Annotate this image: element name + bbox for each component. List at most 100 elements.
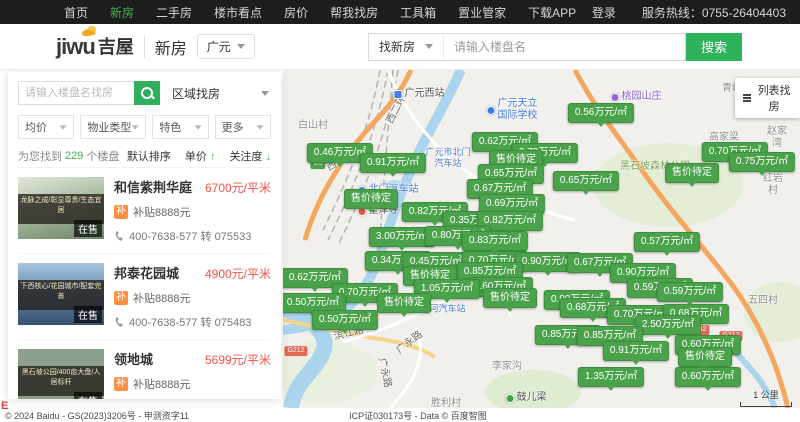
subsidy-text: 补贴8888元 bbox=[133, 290, 190, 306]
price-bubble[interactable]: 0.91万元/㎡ bbox=[603, 341, 669, 361]
logo-text-cn: 吉屋 bbox=[98, 38, 134, 58]
search-input[interactable] bbox=[443, 33, 686, 61]
jiwu-logo[interactable]: jiwu 吉屋 bbox=[56, 36, 134, 58]
search-button[interactable]: 搜索 bbox=[686, 33, 742, 61]
subsidy-text: 补贴8888元 bbox=[133, 376, 190, 392]
listing-item[interactable]: 下西核心/花园城市/配套完善 在售 邦泰花园城 4900元/平米 补 补贴888… bbox=[18, 254, 271, 340]
status-badge: 在售 bbox=[74, 220, 102, 237]
listing-item[interactable]: 黑石坡公园/400亩大盘/人居标杆 在售 领地城 5699元/平米 补 补贴88… bbox=[18, 340, 271, 399]
price-bubble[interactable]: 0.59万元/㎡ bbox=[657, 282, 723, 302]
divider bbox=[144, 36, 145, 58]
price-bubble[interactable]: 0.83万元/㎡ bbox=[462, 231, 528, 251]
price-bubbles-layer: 0.46万元/㎡ 0.91万元/㎡ 0.56万元/㎡ 0.62万元/㎡ 0.70… bbox=[283, 70, 800, 408]
filter-row: 均价 物业类型 特色 更多 bbox=[18, 115, 271, 139]
listing-photo: 龙脉之成/彰显尊贵/生态宜居 在售 bbox=[18, 177, 104, 239]
arrow-down-icon: ↓ bbox=[266, 151, 272, 163]
edge-artifact: E bbox=[1, 400, 8, 412]
filter-dropdown[interactable]: 物业类型 bbox=[80, 115, 146, 139]
region-dropdown[interactable]: 区域找房 bbox=[160, 85, 271, 102]
price-bubble[interactable]: 2.50万元/㎡ bbox=[635, 315, 701, 335]
panel-search-input[interactable] bbox=[18, 81, 134, 105]
scale-bar bbox=[740, 402, 792, 407]
section-title: 新房 bbox=[155, 35, 187, 59]
nav-item[interactable]: 工具箱 bbox=[400, 4, 436, 21]
scale-label: 1 公里 bbox=[740, 388, 792, 401]
chevron-down-icon bbox=[237, 44, 245, 49]
listing-price: 4900元/平米 bbox=[205, 265, 271, 282]
result-sort-row: 为您找到 229 个楼盘 默认排序 单价 ↑ 关注度 ↓ bbox=[18, 148, 271, 168]
price-bubble[interactable]: 0.56万元/㎡ bbox=[568, 103, 634, 123]
result-suffix: 个楼盘 bbox=[86, 148, 119, 164]
panel-search-button[interactable] bbox=[134, 81, 160, 105]
result-count: 229 bbox=[65, 150, 83, 162]
site-header: jiwu 吉屋 新房 广元 找新房 搜索 bbox=[0, 24, 800, 70]
nav-item[interactable]: 首页 bbox=[64, 4, 88, 21]
city-name: 广元 bbox=[207, 38, 231, 55]
nav-item[interactable]: 楼市看点 bbox=[214, 4, 262, 21]
copyright-left: © 2024 Baidu - GS(2023)3206号 - 甲测资字11 bbox=[5, 409, 189, 422]
chevron-down-icon bbox=[132, 125, 139, 129]
subsidy-icon: 补 bbox=[114, 377, 128, 391]
listing-name: 邦泰花园城 bbox=[114, 263, 179, 282]
price-bubble[interactable]: 0.65万元/㎡ bbox=[553, 171, 619, 191]
price-bubble[interactable]: 0.60万元/㎡ bbox=[675, 367, 741, 387]
sort-price[interactable]: 单价 ↑ bbox=[185, 148, 216, 164]
filter-dropdown[interactable]: 更多 bbox=[215, 115, 271, 139]
listing-photo: 下西核心/花园城市/配套完善 在售 bbox=[18, 263, 104, 325]
search-bar: 找新房 搜索 bbox=[368, 33, 742, 61]
price-bubble[interactable]: 售价待定 bbox=[344, 189, 398, 209]
listing-item[interactable]: 龙脉之成/彰显尊贵/生态宜居 在售 和信紫荆华庭 6700元/平米 补 补贴88… bbox=[18, 168, 271, 254]
login-link[interactable]: 登录 bbox=[592, 4, 616, 21]
map-copyright-bar: E © 2024 Baidu - GS(2023)3206号 - 甲测资字11 … bbox=[0, 408, 800, 422]
nav-item[interactable]: 置业管家 bbox=[458, 4, 506, 21]
sort-default[interactable]: 默认排序 bbox=[127, 148, 171, 164]
nav-item[interactable]: 新房 bbox=[110, 4, 134, 21]
list-mode-button[interactable]: 列表找房 bbox=[735, 78, 800, 118]
search-category-dropdown[interactable]: 找新房 bbox=[368, 33, 443, 61]
price-bubble[interactable]: 售价待定 bbox=[377, 293, 431, 313]
hotline-text: 服务热线：0755-26404403 bbox=[642, 4, 786, 21]
nav-item[interactable]: 房价 bbox=[284, 4, 308, 21]
nav-item[interactable]: 帮我找房 bbox=[330, 4, 378, 21]
subsidy-icon: 补 bbox=[114, 205, 128, 219]
price-bubble[interactable]: 售价待定 bbox=[678, 347, 732, 367]
top-nav-bar: 首页 新房 二手房 楼市看点 房价 帮我找房 工具箱 置业管家 下载APP 登录 服务热线：07… bbox=[0, 0, 800, 24]
filter-dropdown[interactable]: 特色 bbox=[152, 115, 208, 139]
listing-name: 和信紫荆华庭 bbox=[114, 177, 192, 196]
result-prefix: 为您找到 bbox=[18, 148, 62, 164]
price-bubble[interactable]: 0.91万元/㎡ bbox=[360, 153, 426, 173]
copyright-right: ICP证030173号 - Data © 百度智图 bbox=[349, 409, 487, 422]
price-bubble[interactable]: 1.35万元/㎡ bbox=[578, 367, 644, 387]
nav-item[interactable]: 下载APP bbox=[528, 4, 576, 21]
map-canvas[interactable]: 白山村 西二环 西二环 广元西站 bbox=[283, 70, 800, 408]
map-scale: 1 公里 bbox=[740, 388, 792, 407]
listing-list: 龙脉之成/彰显尊贵/生态宜居 在售 和信紫荆华庭 6700元/平米 补 补贴88… bbox=[18, 168, 271, 399]
chevron-down-icon bbox=[194, 125, 201, 129]
list-icon bbox=[743, 94, 751, 96]
subsidy-text: 补贴8888元 bbox=[133, 204, 190, 220]
price-bubble[interactable]: 0.50万元/㎡ bbox=[312, 310, 378, 330]
phone-icon bbox=[114, 317, 125, 328]
listing-price: 6700元/平米 bbox=[205, 179, 271, 196]
logo-text-en: jiwu bbox=[56, 36, 95, 58]
filter-dropdown[interactable]: 均价 bbox=[18, 115, 74, 139]
phone-number: 400-7638-577 转 075483 bbox=[129, 314, 251, 330]
price-bubble[interactable]: 售价待定 bbox=[665, 163, 719, 183]
price-bubble[interactable]: 售价待定 bbox=[483, 288, 537, 308]
nav-item[interactable]: 二手房 bbox=[156, 4, 192, 21]
chevron-down-icon bbox=[261, 91, 269, 96]
phone-icon bbox=[114, 231, 125, 242]
status-badge: 在售 bbox=[74, 306, 102, 323]
price-bubble[interactable]: 0.75万元/㎡ bbox=[729, 152, 795, 172]
content-area: 白山村 西二环 西二环 广元西站 bbox=[0, 70, 800, 422]
status-badge: 在售 bbox=[74, 392, 102, 399]
listing-name: 领地城 bbox=[114, 349, 153, 368]
arrow-up-icon: ↑ bbox=[210, 151, 216, 163]
sort-attention[interactable]: 关注度 ↓ bbox=[229, 148, 271, 164]
city-selector[interactable]: 广元 bbox=[197, 34, 255, 59]
page: 首页新房二手房楼市看点房价帮我找房工具箱置业管家下载APP 登录 服务热线：07… bbox=[0, 0, 800, 422]
chevron-down-icon bbox=[425, 44, 433, 49]
listing-price: 5699元/平米 bbox=[205, 351, 271, 368]
price-bubble[interactable]: 0.57万元/㎡ bbox=[634, 232, 700, 252]
chevron-down-icon bbox=[60, 125, 67, 129]
